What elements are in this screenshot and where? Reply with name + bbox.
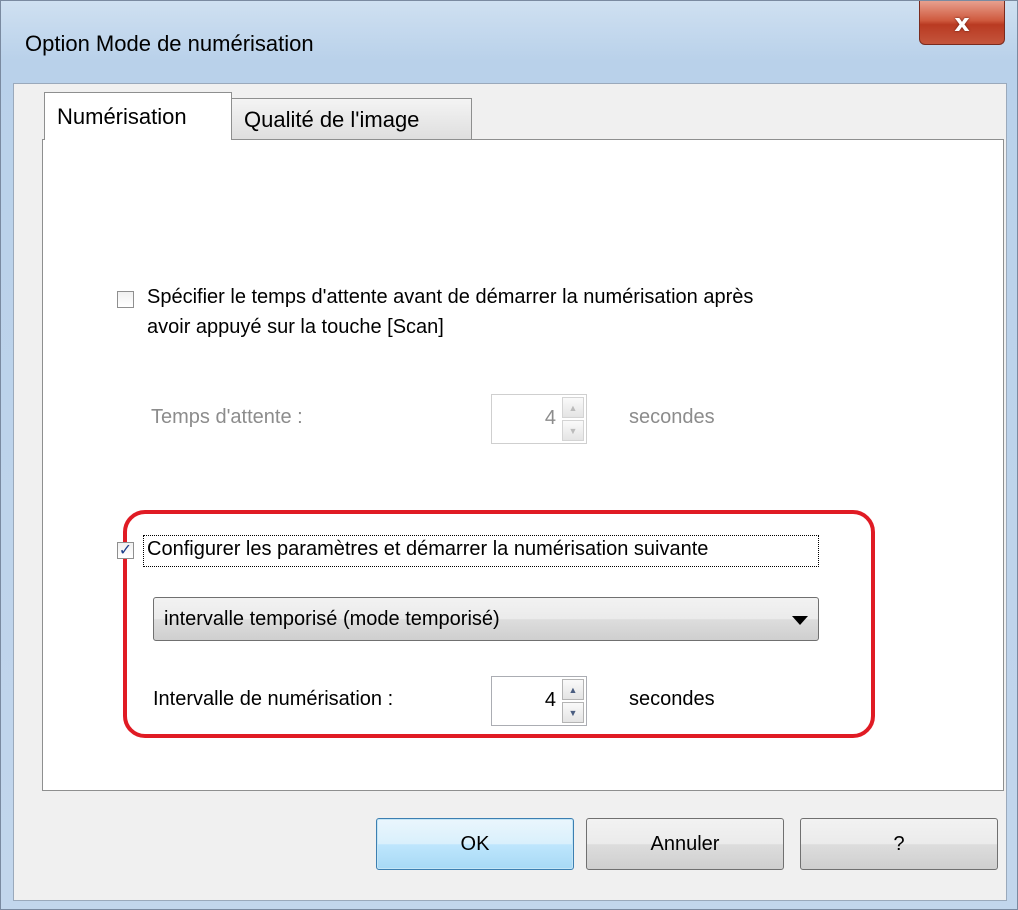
tab-qualite-image-label: Qualité de l'image [244, 106, 420, 132]
tab-numerisation[interactable]: Numérisation [44, 92, 232, 140]
next-scan-checkbox[interactable]: ✓ [117, 542, 134, 559]
close-icon: x [954, 8, 970, 37]
chevron-down-icon [792, 616, 808, 625]
tab-numerisation-label: Numérisation [57, 103, 187, 129]
wait-time-checkbox-label-line2[interactable]: avoir appuyé sur la touche [Scan] [147, 316, 444, 339]
tab-qualite-image[interactable]: Qualité de l'image [232, 98, 472, 140]
spin-up-icon: ▲ [562, 397, 584, 418]
spin-down-icon[interactable]: ▼ [562, 702, 584, 723]
window-title: Option Mode de numérisation [25, 31, 314, 56]
ok-button[interactable]: OK [376, 818, 574, 870]
scan-mode-select[interactable]: intervalle temporisé (mode temporisé) [153, 597, 819, 641]
spin-up-icon[interactable]: ▲ [562, 679, 584, 700]
scan-interval-value[interactable]: 4 [545, 689, 556, 712]
check-icon: ✓ [118, 541, 133, 559]
close-button[interactable]: x [919, 1, 1005, 45]
help-button[interactable]: ? [800, 818, 998, 870]
dialog-window: Option Mode de numérisation x Numérisati… [0, 0, 1018, 910]
scan-mode-selected: intervalle temporisé (mode temporisé) [164, 608, 500, 630]
wait-time-stepper: 4 ▲ ▼ [491, 394, 587, 444]
scan-interval-stepper[interactable]: 4 ▲ ▼ [491, 676, 587, 726]
dialog-client-area: Numérisation Qualité de l'image Spécifie… [13, 83, 1007, 901]
cancel-button[interactable]: Annuler [586, 818, 784, 870]
tab-panel-numerisation: Spécifier le temps d'attente avant de dé… [42, 139, 1004, 791]
wait-time-value: 4 [544, 407, 556, 429]
wait-time-checkbox-label-line1[interactable]: Spécifier le temps d'attente avant de dé… [147, 286, 753, 309]
scan-interval-unit: secondes [629, 688, 715, 710]
scan-interval-label: Intervalle de numérisation : [153, 688, 394, 710]
wait-time-label: Temps d'attente : [151, 406, 303, 428]
title-bar[interactable]: Option Mode de numérisation x [1, 1, 1017, 83]
spin-down-icon: ▼ [562, 420, 584, 441]
wait-time-unit: secondes [629, 406, 715, 428]
wait-time-checkbox[interactable] [117, 291, 134, 308]
next-scan-checkbox-label[interactable]: Configurer les paramètres et démarrer la… [147, 538, 708, 561]
